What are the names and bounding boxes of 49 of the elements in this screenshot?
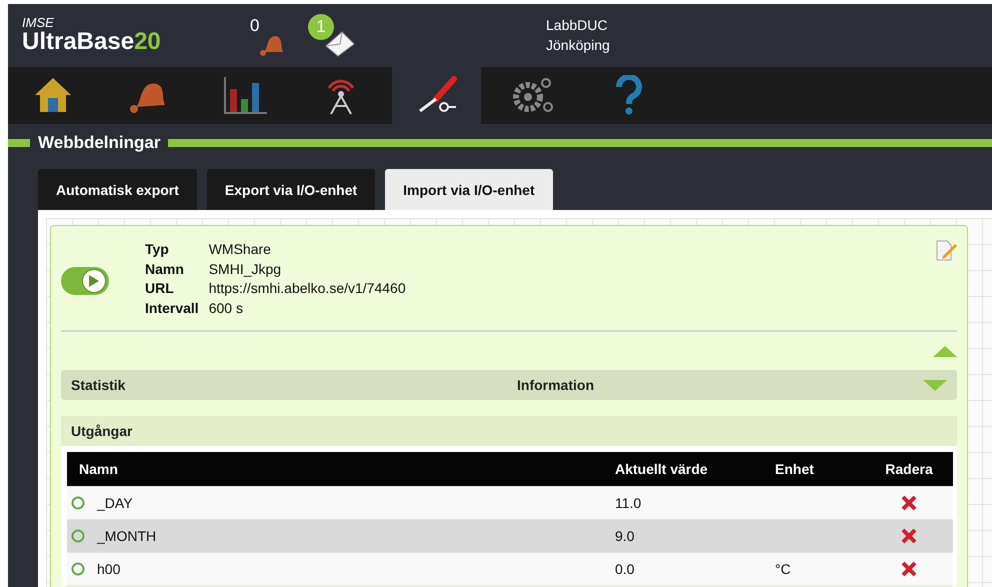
table-cell: _MONTH — [97, 528, 156, 544]
envelope-icon[interactable] — [324, 30, 356, 58]
info-bar-label: Information — [517, 377, 595, 393]
table-cell: _DAY — [97, 495, 133, 511]
toggle-switch[interactable] — [61, 267, 109, 295]
field-label: URL — [145, 279, 175, 298]
play-icon — [89, 275, 99, 287]
field-value: https://smhi.abelko.se/v1/74460 — [208, 279, 406, 298]
close-icon — [900, 560, 918, 578]
table-cell: h00 — [97, 561, 120, 577]
bar-chart-icon — [222, 75, 268, 116]
outputs-title: Utgångar — [61, 416, 957, 446]
tab[interactable]: Export via I/O-enhet — [206, 169, 376, 210]
close-icon — [900, 494, 918, 512]
field-value: WMShare — [208, 240, 272, 259]
status-circle-icon — [71, 529, 85, 543]
close-icon — [900, 527, 918, 545]
delete-button[interactable] — [900, 494, 918, 512]
help-icon — [614, 75, 644, 116]
delete-button[interactable] — [900, 560, 918, 578]
edit-icon[interactable] — [935, 240, 957, 262]
info-bar-label: Statistik — [71, 377, 126, 393]
column-header: Enhet — [775, 461, 815, 477]
table-cell: 9.0 — [615, 528, 634, 544]
brand-logo: IMSE UltraBase20 — [22, 16, 162, 55]
table-cell: 11.0 — [615, 495, 642, 511]
message-count-badge: 1 — [308, 14, 334, 40]
field-label: Namn — [145, 260, 185, 278]
alarm-count: 0 — [250, 16, 260, 36]
column-header: Radera — [884, 461, 934, 477]
info-bar[interactable]: Statistik Information — [61, 370, 957, 400]
tab[interactable]: Import via I/O-enhet — [385, 169, 553, 210]
field-value: 600 s — [208, 298, 244, 318]
column-header: Aktuellt värde — [615, 461, 709, 477]
field-label: Typ — [145, 240, 170, 259]
table-cell: 0.0 — [615, 561, 634, 577]
field-label: Intervall — [145, 298, 199, 318]
status-circle-icon — [71, 562, 85, 576]
status-circle-icon — [71, 496, 85, 510]
table-cell: °C — [775, 561, 791, 577]
accent-bar — [8, 139, 30, 147]
section-title: Webbdelningar — [38, 133, 160, 153]
delete-button[interactable] — [900, 527, 918, 545]
field-value: SMHI_Jkpg — [208, 260, 282, 279]
tab[interactable]: Automatisk export — [38, 169, 197, 210]
site-name: LabbDUC — [546, 16, 608, 36]
column-header: Namn — [78, 461, 119, 477]
house-icon — [32, 76, 72, 114]
site-location: Jönköping — [546, 36, 610, 56]
